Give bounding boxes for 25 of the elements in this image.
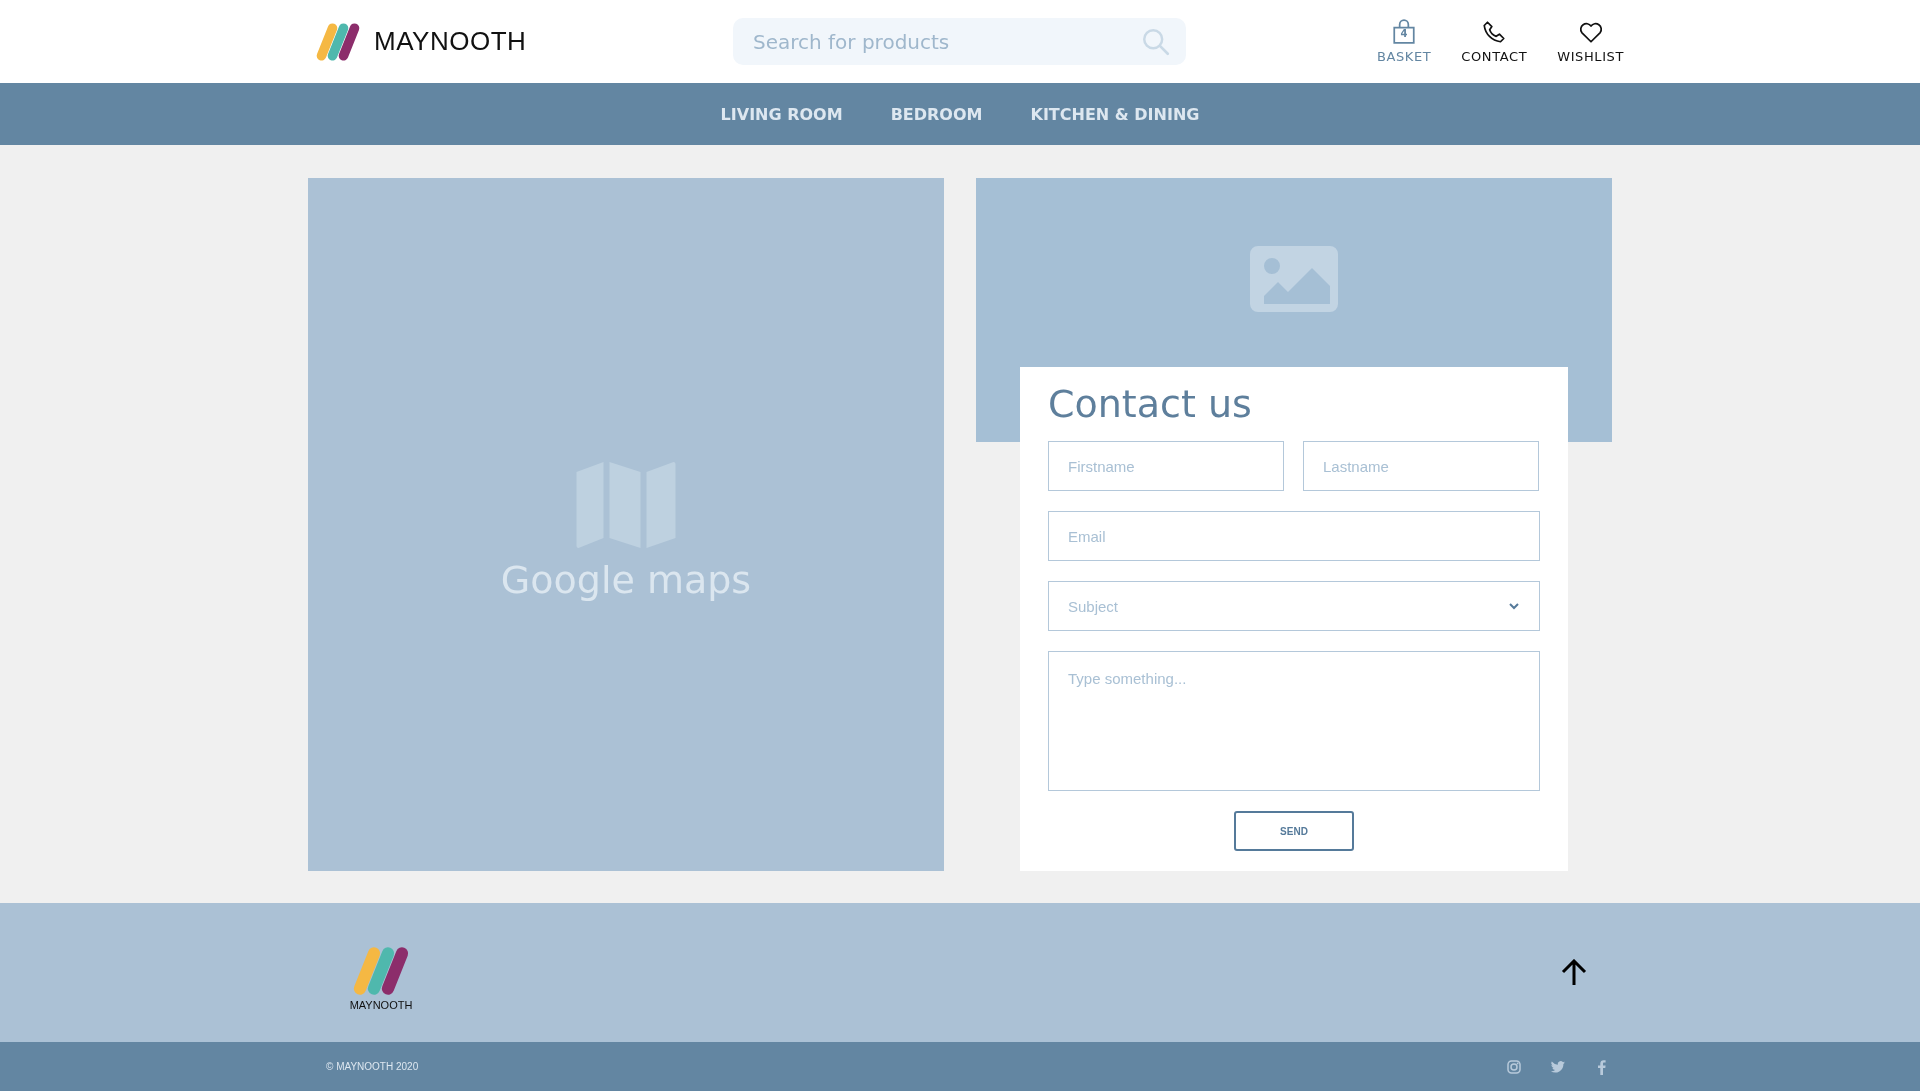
send-button[interactable]: SEND [1234,811,1354,851]
search-field[interactable]: Search for products [733,18,1186,65]
basket-count: 4 [1399,28,1409,39]
search-icon[interactable] [1142,28,1170,56]
message-field[interactable]: Type something... [1048,651,1540,791]
bird-icon[interactable] [1550,1058,1566,1075]
form-title: Contact us [1048,381,1253,428]
arrow-up-icon[interactable] [1560,958,1588,987]
nav-link[interactable]: LIVING ROOM [720,104,843,124]
basket-link[interactable]: 4 BASKET [1377,19,1432,64]
copyright-text: © MAYNOOTH 2020 [326,1061,419,1072]
bag-icon [1391,19,1418,45]
text-field[interactable]: Firstname [1048,441,1284,491]
nav-link[interactable]: BEDROOM [890,104,983,124]
logo-text[interactable]: MAYNOOTH [374,26,527,57]
wishlist-link[interactable]: WISHLIST [1557,19,1624,64]
logo-text: MAYNOOTH [349,998,413,1011]
phone-icon [1481,19,1508,45]
text-field[interactable]: Email [1048,511,1540,561]
chevron-down-icon [1509,602,1519,610]
image-icon [1250,246,1338,312]
nav-link[interactable]: KITCHEN & DINING [1030,104,1200,124]
instagram-icon[interactable] [1506,1058,1522,1075]
contact-link[interactable]: CONTACT [1461,19,1528,64]
text-field[interactable]: Lastname [1303,441,1539,491]
